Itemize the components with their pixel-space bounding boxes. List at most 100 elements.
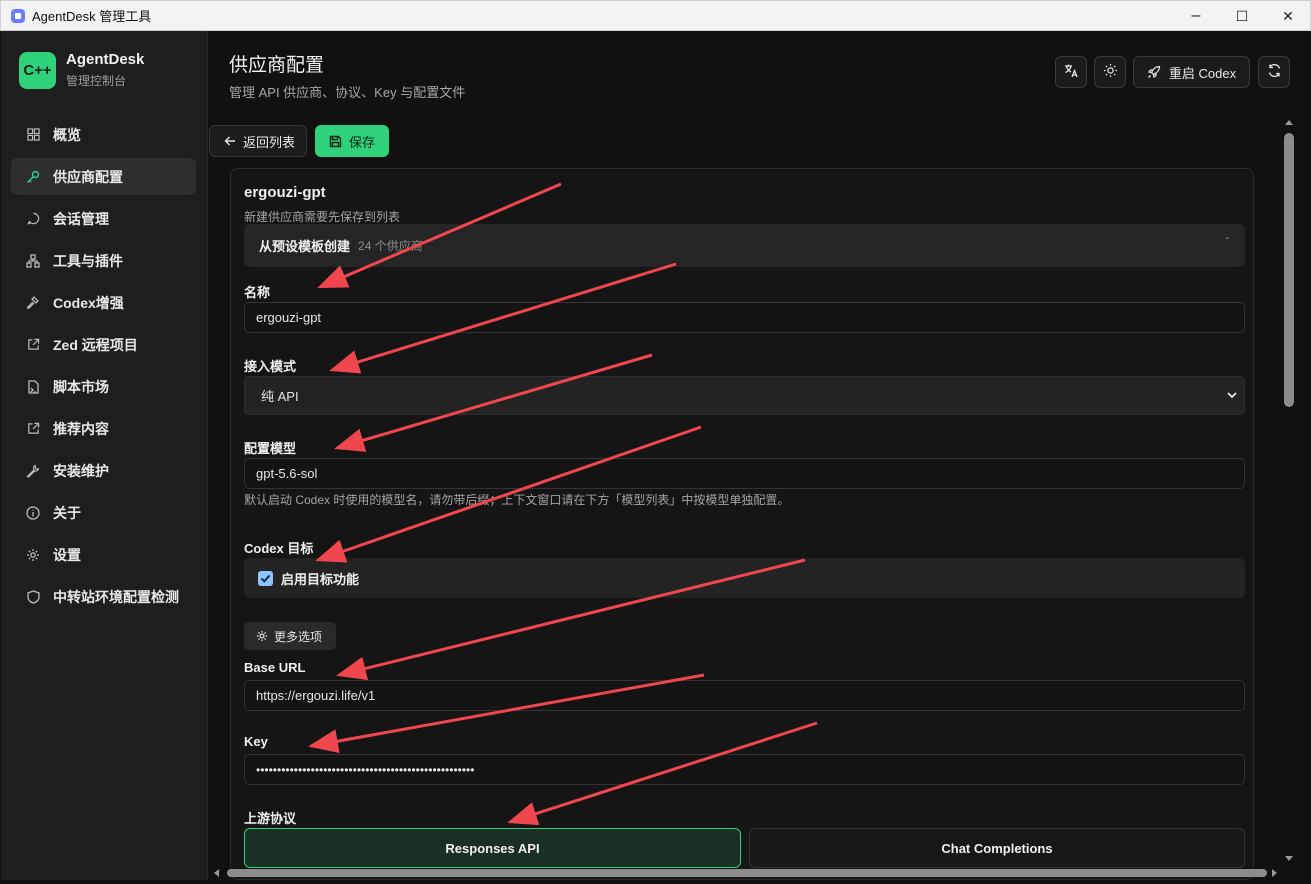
save-icon <box>329 135 342 148</box>
sidebar-item-zed[interactable]: Zed 远程项目 <box>11 326 196 363</box>
sun-icon <box>1103 63 1118 81</box>
base-url-label: Base URL <box>244 660 306 675</box>
chevron-down-icon: ˇ <box>1225 237 1229 248</box>
key-label: Key <box>244 734 268 749</box>
sidebar-item-label: 脚本市场 <box>53 378 109 395</box>
sidebar-item-label: 概览 <box>53 126 81 143</box>
back-to-list-button[interactable]: 返回列表 <box>209 125 307 157</box>
gear-icon <box>26 548 40 562</box>
close-button[interactable]: ✕ <box>1265 1 1311 31</box>
sidebar-item-sessions[interactable]: 会话管理 <box>11 200 196 237</box>
model-label: 配置模型 <box>244 441 297 456</box>
page-subtitle: 管理 API 供应商、协议、Key 与配置文件 <box>229 85 466 100</box>
enable-target-checkbox[interactable] <box>258 570 273 586</box>
codex-target-box[interactable]: 启用目标功能 <box>244 558 1245 598</box>
grid-icon <box>26 128 40 142</box>
main-content: 供应商配置 管理 API 供应商、协议、Key 与配置文件 重启 Codex 返… <box>209 31 1310 880</box>
wrench-icon <box>26 463 40 478</box>
external-link-icon <box>26 338 40 352</box>
more-options-button[interactable]: 更多选项 <box>244 622 336 650</box>
restart-codex-label: 重启 Codex <box>1168 65 1237 81</box>
app-logo: C++ <box>19 51 56 89</box>
name-label: 名称 <box>244 285 271 300</box>
sidebar-nav: 概览 供应商配置 会话管理 工具与插件 Codex增强 Zed 远程项目 脚本市… <box>11 116 196 620</box>
brand-subtitle: 管理控制台 <box>66 74 127 88</box>
minimize-button[interactable]: – <box>1173 1 1219 31</box>
provider-note: 新建供应商需要先保存到列表 <box>244 210 401 224</box>
model-input[interactable]: gpt-5.6-sol <box>244 458 1245 489</box>
refresh-icon <box>1267 63 1282 81</box>
sidebar-item-relay-check[interactable]: 中转站环境配置检测 <box>11 578 196 615</box>
shield-icon <box>26 589 40 604</box>
sidebar-item-label: 中转站环境配置检测 <box>53 588 179 605</box>
brand-name: AgentDesk <box>66 51 145 68</box>
more-options-label: 更多选项 <box>274 629 323 644</box>
vertical-scrollbar[interactable] <box>1282 117 1296 864</box>
sidebar-item-tools[interactable]: 工具与插件 <box>11 242 196 279</box>
brand: C++ AgentDesk 管理控制台 <box>19 51 144 89</box>
refresh-button[interactable] <box>1258 56 1290 88</box>
codex-target-label: Codex 目标 <box>244 541 314 556</box>
sidebar-item-label: Zed 远程项目 <box>53 336 138 353</box>
app-icon <box>11 8 25 23</box>
sidebar-item-install[interactable]: 安装维护 <box>11 452 196 489</box>
page-title: 供应商配置 <box>229 55 325 76</box>
sidebar-item-label: 关于 <box>53 504 81 521</box>
mode-select[interactable]: 纯 API <box>244 376 1245 415</box>
upstream-option-responses[interactable]: Responses API <box>244 828 741 868</box>
save-button[interactable]: 保存 <box>315 125 389 157</box>
base-url-input[interactable]: https://ergouzi.life/v1 <box>244 680 1245 711</box>
name-input[interactable]: ergouzi-gpt <box>244 302 1245 333</box>
sidebar-item-label: 推荐内容 <box>53 420 109 437</box>
sidebar-item-overview[interactable]: 概览 <box>11 116 196 153</box>
translate-icon <box>1064 63 1079 81</box>
chat-icon <box>26 212 40 226</box>
horizontal-scrollbar[interactable] <box>210 866 1281 878</box>
theme-toggle-button[interactable] <box>1094 56 1126 88</box>
sidebar-item-label: 会话管理 <box>53 210 109 227</box>
sidebar-item-label: 工具与插件 <box>53 252 123 269</box>
external-link-icon <box>26 422 40 436</box>
sidebar-item-providers[interactable]: 供应商配置 <box>11 158 196 195</box>
restart-codex-button[interactable]: 重启 Codex <box>1133 56 1250 88</box>
sidebar-item-label: 安装维护 <box>53 462 109 479</box>
sidebar-item-settings[interactable]: 设置 <box>11 536 196 573</box>
mode-label: 接入模式 <box>244 359 297 374</box>
sidebar-item-label: Codex增强 <box>53 294 124 311</box>
template-select[interactable]: 从预设模板创建 24 个供应商 ˇ <box>244 224 1245 267</box>
sidebar-item-about[interactable]: 关于 <box>11 494 196 531</box>
enable-target-label: 启用目标功能 <box>281 571 360 587</box>
sidebar-item-codex[interactable]: Codex增强 <box>11 284 196 321</box>
sidebar-item-label: 供应商配置 <box>53 168 123 185</box>
sidebar: C++ AgentDesk 管理控制台 概览 供应商配置 会话管理 工具与插件 … <box>1 31 208 880</box>
key-icon <box>26 170 40 184</box>
upstream-option-label: Responses API <box>445 840 540 856</box>
info-icon <box>26 505 40 520</box>
provider-form-panel: ergouzi-gpt 新建供应商需要先保存到列表 从预设模板创建 24 个供应… <box>230 168 1254 880</box>
back-label: 返回列表 <box>243 134 296 150</box>
vertical-scrollbar-graphic <box>1284 120 1294 861</box>
arrow-left-icon <box>224 135 236 147</box>
upstream-label: 上游协议 <box>244 811 297 826</box>
network-icon <box>26 253 40 268</box>
language-button[interactable] <box>1055 56 1087 88</box>
hammer-icon <box>26 295 40 310</box>
horizontal-scrollbar-graphic <box>214 869 1277 877</box>
window-title: AgentDesk 管理工具 <box>32 9 152 24</box>
key-input[interactable]: ••••••••••••••••••••••••••••••••••••••••… <box>244 754 1245 785</box>
upstream-option-label: Chat Completions <box>941 840 1053 856</box>
provider-title: ergouzi-gpt <box>244 184 326 201</box>
script-icon <box>26 379 40 394</box>
maximize-button[interactable]: ☐ <box>1219 1 1265 31</box>
upstream-option-chat[interactable]: Chat Completions <box>749 828 1245 868</box>
mode-value: 纯 API <box>261 389 299 404</box>
sidebar-item-label: 设置 <box>53 546 81 563</box>
chevron-down-icon <box>1226 389 1238 401</box>
sidebar-item-recommend[interactable]: 推荐内容 <box>11 410 196 447</box>
sidebar-item-scripts[interactable]: 脚本市场 <box>11 368 196 405</box>
gear-icon <box>256 630 268 642</box>
save-label: 保存 <box>349 134 376 150</box>
window-titlebar: AgentDesk 管理工具 – ☐ ✕ <box>0 0 1311 31</box>
template-count: 24 个供应商 <box>358 239 423 253</box>
rocket-icon <box>1147 65 1161 79</box>
